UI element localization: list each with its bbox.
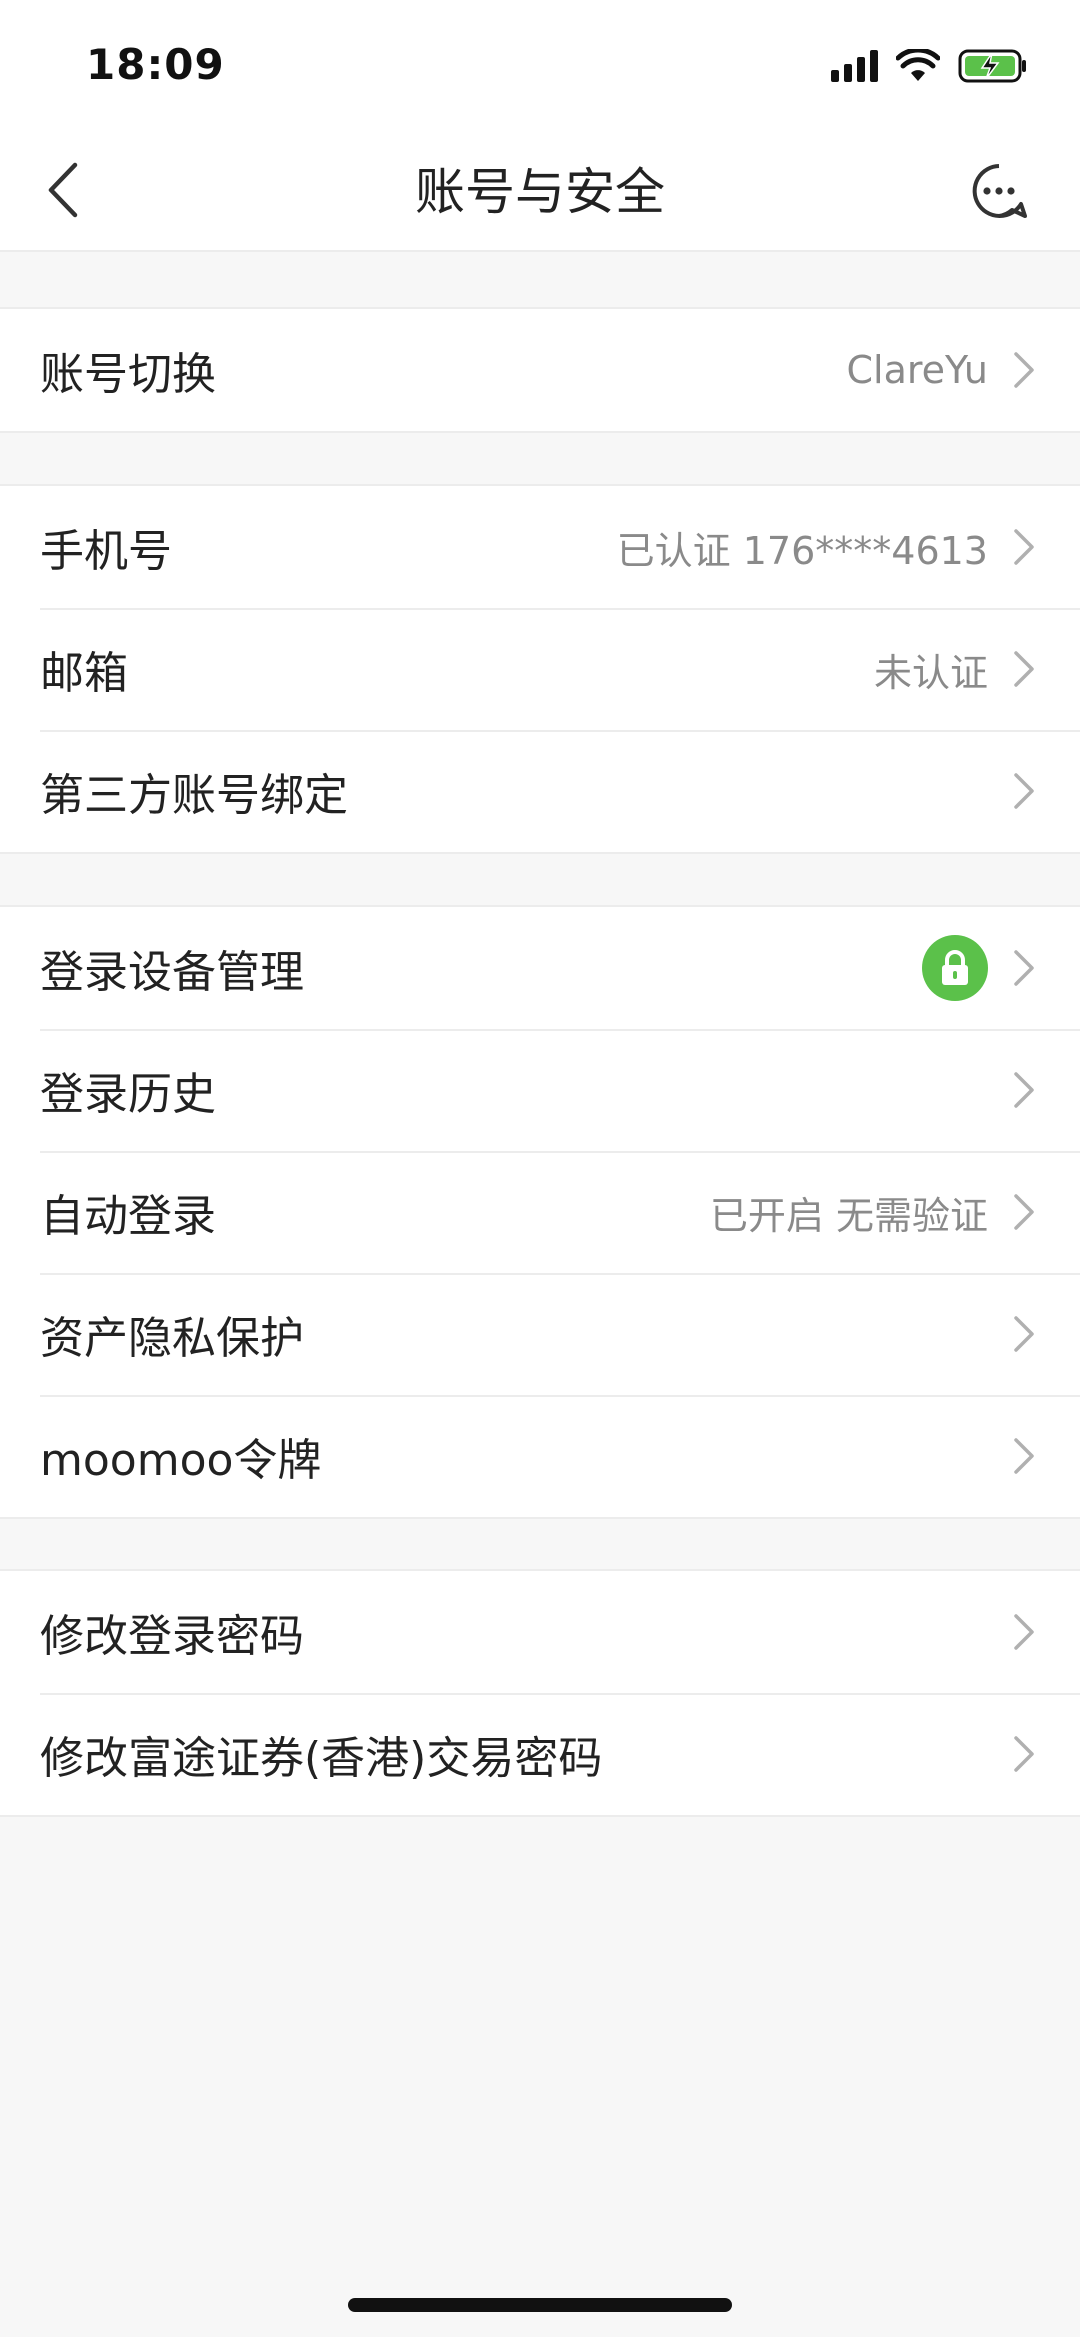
home-indicator[interactable] (348, 2298, 732, 2312)
row-value: 已认证 176****4613 (616, 528, 988, 573)
row-label: 登录设备管理 (40, 947, 304, 998)
chevron-right-icon (1014, 1316, 1034, 1352)
header: 18:09 账号与安全 (0, 0, 1080, 252)
phone-number-row[interactable]: 手机号 已认证 176****4613 (0, 486, 1080, 608)
row-value: 未认证 (873, 650, 988, 695)
page-title: 账号与安全 (415, 163, 665, 221)
row-value: 已开启 无需验证 (709, 1193, 988, 1238)
contact-binding-group: 手机号 已认证 176****4613 邮箱 未认证 第三方账号绑定 (0, 484, 1080, 854)
row-label: 自动登录 (40, 1191, 216, 1242)
row-label: 邮箱 (40, 648, 128, 699)
login-history-row[interactable]: 登录历史 (0, 1029, 1080, 1151)
battery-charging-icon (958, 49, 1026, 83)
account-security-screen: 18:09 账号与安全 账号切换 ClareYu 手机号 已认证 176****… (0, 0, 1080, 2337)
chevron-right-icon (1014, 1438, 1034, 1474)
chevron-right-icon (1014, 1614, 1034, 1650)
chevron-right-icon (1014, 529, 1034, 565)
chevron-right-icon (1014, 1194, 1034, 1230)
chevron-right-icon (1014, 1072, 1034, 1108)
device-management-row[interactable]: 登录设备管理 (0, 907, 1080, 1029)
asset-privacy-row[interactable]: 资产隐私保护 (0, 1273, 1080, 1395)
chat-bubble-icon (972, 164, 1027, 218)
row-label: 资产隐私保护 (40, 1313, 304, 1364)
row-label: 第三方账号绑定 (40, 770, 348, 821)
account-switch-row[interactable]: 账号切换 ClareYu (0, 309, 1080, 431)
row-value: ClareYu (846, 348, 988, 392)
chat-more-button[interactable] (970, 162, 1028, 220)
row-label: 登录历史 (40, 1069, 216, 1120)
moomoo-token-row[interactable]: moomoo令牌 (0, 1395, 1080, 1517)
chevron-right-icon (1014, 1736, 1034, 1772)
chevron-right-icon (1014, 950, 1034, 986)
row-label: 修改登录密码 (40, 1611, 304, 1662)
lock-badge (922, 935, 988, 1001)
third-party-binding-row[interactable]: 第三方账号绑定 (0, 730, 1080, 852)
chevron-right-icon (1014, 352, 1034, 388)
change-trade-password-row[interactable]: 修改富途证券(香港)交易密码 (0, 1693, 1080, 1815)
login-security-group: 登录设备管理 登录历史 自动登录 已开启 无需验证 资产隐私保护 moomoo令… (0, 905, 1080, 1519)
row-label: 账号切换 (40, 349, 216, 400)
status-time: 18:09 (86, 40, 225, 89)
chevron-right-icon (1014, 651, 1034, 687)
password-group: 修改登录密码 修改富途证券(香港)交易密码 (0, 1569, 1080, 1817)
chevron-right-icon (1014, 773, 1034, 809)
account-switch-group: 账号切换 ClareYu (0, 307, 1080, 433)
change-login-password-row[interactable]: 修改登录密码 (0, 1571, 1080, 1693)
row-label: moomoo令牌 (40, 1435, 322, 1486)
lock-icon (942, 950, 968, 985)
auto-login-row[interactable]: 自动登录 已开启 无需验证 (0, 1151, 1080, 1273)
email-row[interactable]: 邮箱 未认证 (0, 608, 1080, 730)
row-label: 手机号 (40, 526, 172, 577)
cellular-signal-icon (831, 50, 878, 82)
row-label: 修改富途证券(香港)交易密码 (40, 1733, 603, 1784)
wifi-icon (896, 49, 940, 81)
status-icons (831, 46, 1028, 86)
